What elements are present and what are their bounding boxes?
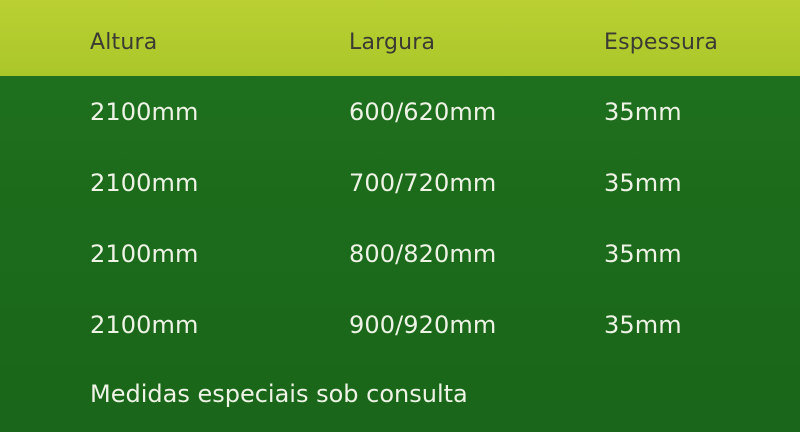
cell-espessura: 35mm — [604, 311, 682, 339]
cell-largura: 600/620mm — [349, 98, 497, 126]
cell-altura: 2100mm — [90, 98, 199, 126]
cell-largura: 900/920mm — [349, 311, 497, 339]
cell-espessura: 35mm — [604, 98, 682, 126]
table-header: Altura Largura Espessura — [0, 0, 800, 76]
cell-largura: 800/820mm — [349, 240, 497, 268]
header-largura: Largura — [349, 30, 436, 55]
cell-altura: 2100mm — [90, 169, 199, 197]
cell-altura: 2100mm — [90, 311, 199, 339]
cell-espessura: 35mm — [604, 240, 682, 268]
special-sizes-note: Medidas especiais sob consulta — [90, 380, 468, 408]
header-altura: Altura — [90, 30, 158, 55]
header-espessura: Espessura — [604, 30, 719, 55]
cell-largura: 700/720mm — [349, 169, 497, 197]
cell-altura: 2100mm — [90, 240, 199, 268]
cell-espessura: 35mm — [604, 169, 682, 197]
dimensions-table: Altura Largura Espessura 2100mm 600/620m… — [0, 0, 800, 432]
